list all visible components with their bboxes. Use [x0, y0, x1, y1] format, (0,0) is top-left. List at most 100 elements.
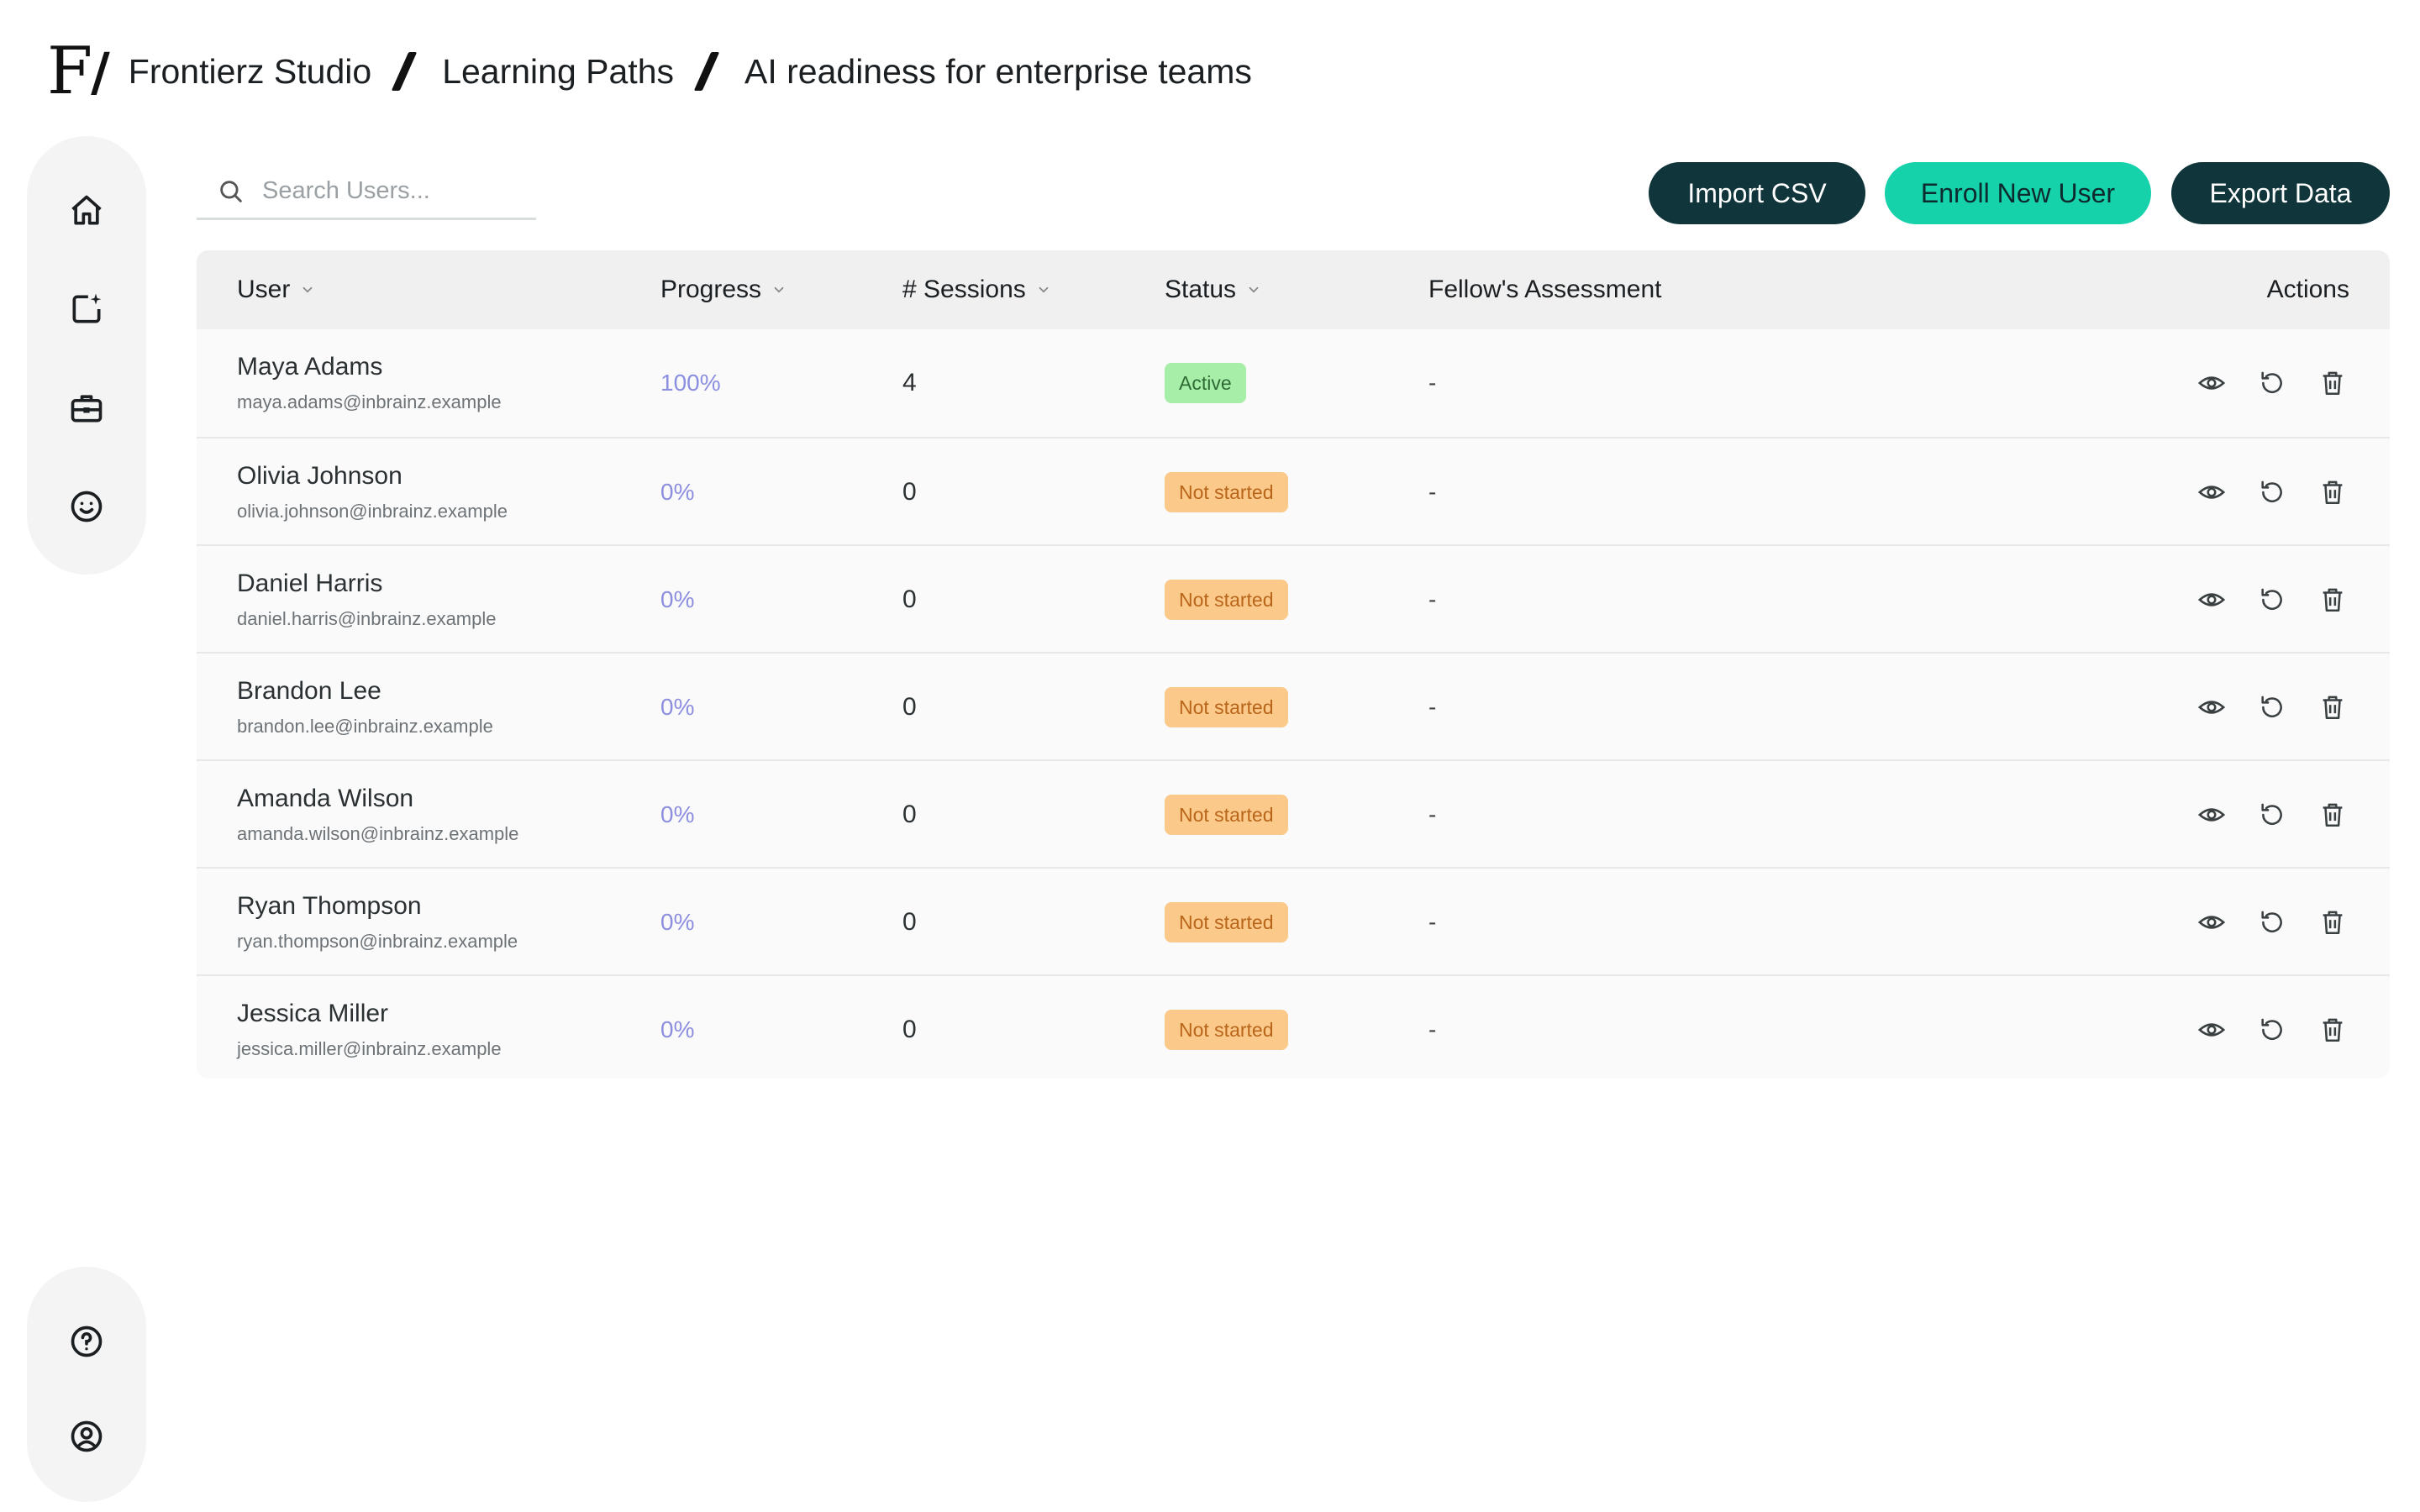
table-row[interactable]: Olivia Johnson olivia.johnson@inbrainz.e…: [197, 437, 2390, 544]
users-table: User Progress # Sessions Status Fellow's…: [197, 250, 2390, 1079]
table-row[interactable]: Ryan Thompson ryan.thompson@inbrainz.exa…: [197, 867, 2390, 974]
breadcrumb: Frontierz Studio Learning Paths AI readi…: [129, 52, 1252, 92]
delete-button[interactable]: [2316, 906, 2349, 939]
table-row[interactable]: Daniel Harris daniel.harris@inbrainz.exa…: [197, 544, 2390, 652]
sessions-cell: 0: [902, 654, 917, 761]
delete-button[interactable]: [2316, 798, 2349, 832]
view-button[interactable]: [2195, 690, 2228, 724]
table-row[interactable]: Brandon Lee brandon.lee@inbrainz.example…: [197, 652, 2390, 759]
table-row[interactable]: Maya Adams maya.adams@inbrainz.example 1…: [197, 329, 2390, 437]
status-badge: Not started: [1165, 472, 1288, 512]
chevron-down-icon: [774, 286, 784, 293]
column-header-label: # Sessions: [902, 276, 1026, 303]
eye-icon: [2197, 808, 2226, 822]
delete-button[interactable]: [2316, 366, 2349, 400]
reset-button[interactable]: [2255, 798, 2289, 832]
view-button[interactable]: [2195, 583, 2228, 617]
status-cell: Not started: [1165, 654, 1288, 761]
smile-icon: [71, 491, 103, 522]
column-header-actions: Actions: [2267, 250, 2349, 329]
assessment-cell: -: [1428, 546, 1436, 654]
logo-letter: F: [47, 34, 92, 109]
status-badge: Not started: [1165, 687, 1288, 727]
reset-button[interactable]: [2255, 690, 2289, 724]
progress-value: 0%: [660, 801, 695, 827]
status-badge: Not started: [1165, 580, 1288, 620]
assessment-value: -: [1428, 586, 1437, 612]
status-cell: Not started: [1165, 546, 1288, 654]
view-button[interactable]: [2195, 906, 2228, 939]
view-button[interactable]: [2195, 366, 2228, 400]
assessment-value: -: [1428, 479, 1437, 505]
assessment-value: -: [1428, 909, 1437, 935]
sidebar-item-workspace[interactable]: [55, 377, 118, 439]
user-cell: Maya Adams maya.adams@inbrainz.example: [237, 329, 502, 437]
column-header-user[interactable]: User: [237, 250, 315, 329]
sidebar-item-create[interactable]: [55, 279, 118, 341]
progress-value: 100%: [660, 370, 721, 396]
reset-button[interactable]: [2255, 906, 2289, 939]
user-email: olivia.johnson@inbrainz.example: [237, 501, 508, 522]
status-badge: Not started: [1165, 902, 1288, 942]
progress-cell: 0%: [660, 761, 694, 869]
delete-button[interactable]: [2316, 583, 2349, 617]
user-cell: Ryan Thompson ryan.thompson@inbrainz.exa…: [237, 869, 518, 976]
sidebar-item-account[interactable]: [55, 1407, 118, 1465]
reset-button[interactable]: [2255, 583, 2289, 617]
reset-icon: [2261, 1018, 2282, 1040]
eye-icon: [2197, 376, 2226, 390]
column-header-label: Actions: [2266, 276, 2349, 303]
sessions-count: 4: [902, 369, 917, 396]
user-email: brandon.lee@inbrainz.example: [237, 716, 493, 737]
view-button[interactable]: [2195, 1013, 2228, 1047]
enroll-new-user-button[interactable]: Enroll New User: [1885, 162, 2151, 224]
sidebar-item-feedback[interactable]: [55, 476, 118, 538]
sessions-cell: 0: [902, 761, 917, 869]
status-cell: Not started: [1165, 869, 1288, 976]
assessment-value: -: [1428, 801, 1437, 827]
progress-value: 0%: [660, 1016, 695, 1042]
search-input[interactable]: [262, 177, 531, 205]
user-email: ryan.thompson@inbrainz.example: [237, 931, 518, 952]
column-header-sessions[interactable]: # Sessions: [902, 250, 1051, 329]
breadcrumb-item-learning-paths[interactable]: Learning Paths: [442, 52, 674, 92]
progress-value: 0%: [660, 909, 695, 935]
column-header-assessment: Fellow's Assessment: [1428, 250, 1662, 329]
user-email: jessica.miller@inbrainz.example: [237, 1038, 502, 1059]
assessment-cell: -: [1428, 976, 1436, 1079]
view-button[interactable]: [2195, 475, 2228, 509]
sidebar-item-help[interactable]: [55, 1312, 118, 1370]
reset-button[interactable]: [2255, 475, 2289, 509]
breadcrumb-item-studio[interactable]: Frontierz Studio: [129, 52, 371, 92]
sessions-cell: 0: [902, 438, 917, 546]
assessment-value: -: [1428, 694, 1437, 720]
delete-button[interactable]: [2316, 475, 2349, 509]
sessions-cell: 0: [902, 546, 917, 654]
header: F / Frontierz Studio Learning Paths AI re…: [47, 25, 1252, 118]
column-header-status[interactable]: Status: [1165, 250, 1261, 329]
column-header-progress[interactable]: Progress: [660, 250, 786, 329]
status-cell: Not started: [1165, 976, 1288, 1079]
eye-icon: [2197, 916, 2226, 929]
delete-button[interactable]: [2316, 1013, 2349, 1047]
user-email: daniel.harris@inbrainz.example: [237, 608, 497, 629]
reset-button[interactable]: [2255, 1013, 2289, 1047]
view-button[interactable]: [2195, 798, 2228, 832]
progress-cell: 0%: [660, 438, 694, 546]
trash-icon: [2323, 371, 2343, 396]
progress-value: 0%: [660, 479, 695, 505]
sessions-cell: 0: [902, 869, 917, 976]
status-cell: Not started: [1165, 761, 1288, 869]
export-data-button[interactable]: Export Data: [2171, 162, 2390, 224]
table-row[interactable]: Jessica Miller jessica.miller@inbrainz.e…: [197, 974, 2390, 1079]
delete-button[interactable]: [2316, 690, 2349, 724]
sidebar-item-home[interactable]: [55, 180, 118, 242]
sessions-cell: 4: [902, 329, 917, 437]
brand-logo[interactable]: F /: [47, 34, 110, 109]
table-row[interactable]: Amanda Wilson amanda.wilson@inbrainz.exa…: [197, 759, 2390, 867]
import-csv-button[interactable]: Import CSV: [1649, 162, 1865, 224]
user-name: Jessica Miller: [237, 1000, 389, 1027]
reset-button[interactable]: [2255, 366, 2289, 400]
row-actions: [2168, 761, 2349, 869]
row-actions: [2168, 438, 2349, 546]
